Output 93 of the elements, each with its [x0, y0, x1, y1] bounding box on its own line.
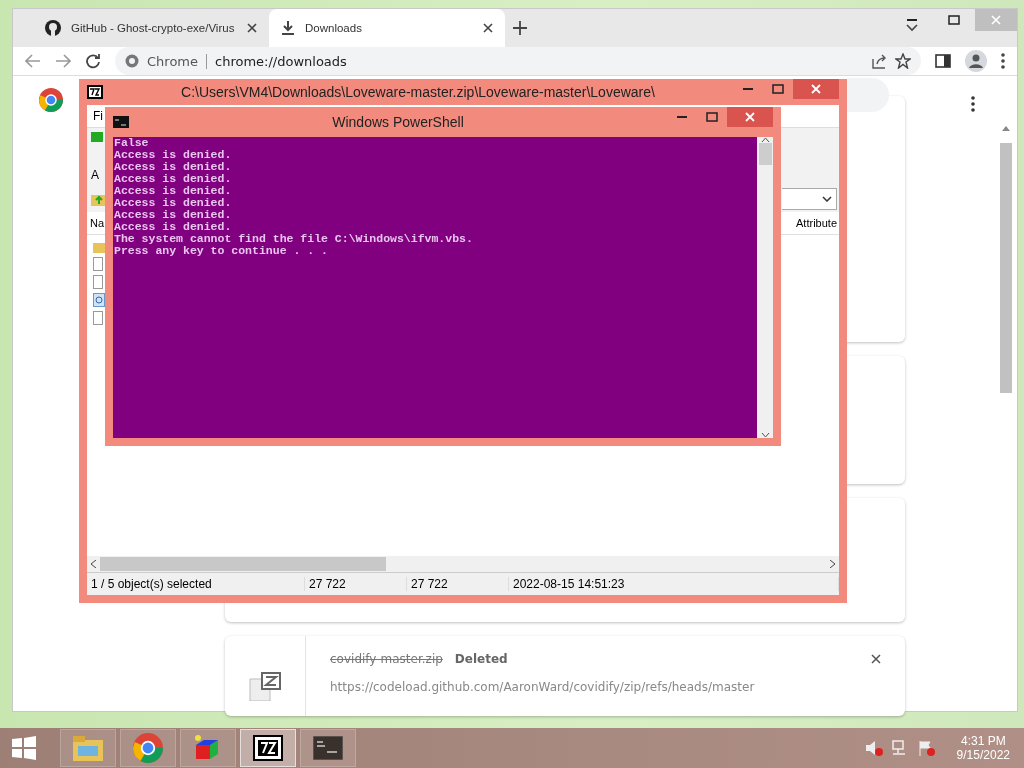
chrome-icon	[125, 54, 139, 68]
folder-icon	[93, 241, 105, 253]
console-line: The system cannot find the file C:\Windows\ifvm.vbs.	[114, 233, 474, 245]
reload-icon	[85, 53, 101, 69]
star-icon	[895, 53, 911, 69]
console-line: Access is denied.	[114, 197, 233, 209]
browser-tab[interactable]: Downloads	[269, 9, 505, 47]
chevron-down-icon	[822, 196, 832, 202]
side-panel-button[interactable]	[935, 54, 951, 68]
file-icon	[93, 311, 103, 325]
caret-right-icon	[830, 560, 835, 568]
close-icon	[991, 15, 1001, 25]
scrollbar-thumb[interactable]	[758, 143, 772, 165]
profile-button[interactable]	[965, 50, 987, 72]
console-line: Access is denied.	[114, 209, 233, 221]
console-line: Access is denied.	[114, 161, 233, 173]
path-field[interactable]	[782, 188, 837, 210]
folder-icon	[72, 734, 104, 762]
more-icon	[1001, 53, 1005, 69]
back-button[interactable]	[25, 54, 41, 68]
file-icon	[93, 293, 105, 307]
taskbar-app[interactable]	[300, 729, 356, 767]
horizontal-scrollbar[interactable]	[87, 556, 839, 572]
console-icon	[313, 736, 343, 760]
close-button[interactable]	[483, 23, 493, 33]
console-line: Access is denied.	[114, 221, 233, 233]
caret-left-icon	[91, 560, 96, 568]
seven-zip-icon	[253, 735, 283, 761]
avatar-icon	[965, 50, 987, 72]
flag-icon	[916, 740, 935, 756]
close-icon	[483, 23, 493, 33]
forward-button[interactable]	[55, 54, 71, 68]
maximize-icon	[772, 84, 784, 94]
caret-up-icon	[760, 137, 770, 143]
browser-tab[interactable]: GitHub - Ghost-crypto-exe/Virus	[33, 9, 269, 47]
time-text: 4:31 PM	[960, 734, 1006, 748]
remove-button[interactable]	[871, 654, 881, 664]
download-url: https://codeload.github.com/AaronWard/covidify/zip/refs/heads/master	[330, 680, 756, 694]
scrollbar-thumb[interactable]	[1000, 143, 1012, 393]
close-icon	[871, 654, 881, 664]
toolbar-label[interactable]: A	[91, 168, 99, 182]
close-icon	[745, 112, 755, 122]
window-title: Windows PowerShell	[331, 114, 465, 130]
windows-logo-icon	[12, 736, 36, 760]
console-icon	[113, 116, 129, 128]
url-text: chrome://downloads	[215, 53, 348, 69]
muted-speaker-icon	[864, 740, 883, 756]
search-field[interactable]	[847, 78, 889, 112]
window-title: C:\Users\VM4\Downloads\Loveware-master.zip\Loveware-master\Loveware\	[180, 84, 656, 100]
more-icon	[971, 96, 975, 112]
column-header[interactable]: Attribute	[796, 217, 837, 229]
console-line: Access is denied.	[114, 173, 233, 185]
date-text: 9/15/2022	[956, 748, 1010, 762]
column-header[interactable]: Na	[90, 217, 105, 229]
maximize-icon	[948, 15, 960, 25]
arrow-left-icon	[25, 54, 41, 68]
site-label: Chrome	[147, 53, 207, 69]
close-button[interactable]	[247, 23, 257, 33]
menu-button[interactable]	[1001, 53, 1005, 69]
menu-item[interactable]: Fi	[93, 109, 103, 123]
file-icon	[93, 275, 103, 289]
zip-file-icon	[248, 671, 282, 701]
arrow-right-icon	[55, 54, 71, 68]
seven-zip-icon	[87, 85, 103, 99]
caret-down-icon	[760, 432, 770, 438]
share-icon	[871, 53, 887, 69]
maximize-icon	[706, 112, 718, 122]
address-bar[interactable]: Chrome chrome://downloads	[115, 47, 921, 75]
chrome-logo-icon	[133, 733, 163, 763]
chrome-logo-icon	[39, 88, 63, 112]
status-text: 2022-08-15 14:51:23	[509, 577, 839, 591]
side-panel-icon	[935, 54, 951, 68]
menu-button[interactable]	[971, 96, 975, 112]
console-line: Access is denied.	[114, 185, 233, 197]
reload-button[interactable]	[85, 53, 101, 69]
status-text: 1 / 5 object(s) selected	[87, 577, 305, 591]
download-icon	[281, 20, 295, 36]
github-icon	[45, 20, 61, 36]
status-text: 27 722	[305, 577, 407, 591]
close-icon	[811, 84, 821, 94]
status-text: 27 722	[407, 577, 509, 591]
download-status: Deleted	[454, 652, 509, 666]
scrollbar-thumb[interactable]	[100, 557, 386, 571]
file-icon	[93, 257, 103, 271]
close-icon	[247, 23, 257, 33]
scrollbar[interactable]	[757, 137, 773, 438]
console-line: Press any key to continue . . .	[114, 245, 329, 257]
chevron-down-icon	[906, 24, 918, 32]
taskbar-app[interactable]	[240, 729, 296, 767]
console-line: False	[114, 137, 150, 149]
file-name: covidify-master.zip	[330, 652, 443, 666]
caret-up-icon	[1002, 126, 1010, 131]
console-line: Access is denied.	[114, 149, 233, 161]
